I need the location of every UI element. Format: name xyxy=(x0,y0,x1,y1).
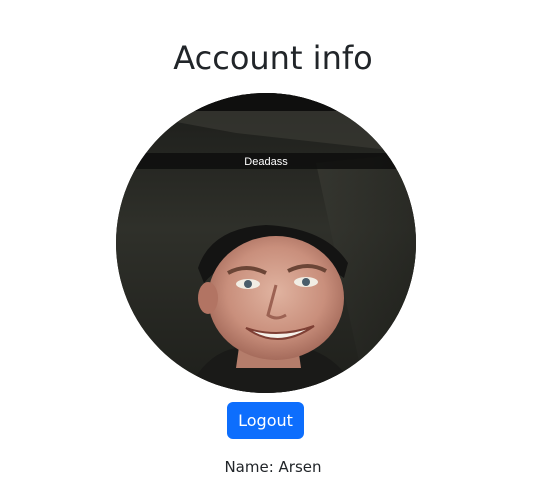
name-value: Arsen xyxy=(278,458,322,476)
avatar-photo: Deadass xyxy=(116,93,416,393)
name-label: Name: xyxy=(224,458,274,476)
logout-button[interactable]: Logout xyxy=(227,402,304,439)
page-title: Account info xyxy=(173,39,373,77)
avatar: Deadass xyxy=(116,93,416,393)
avatar-caption: Deadass xyxy=(244,156,288,168)
profile-name: Name: Arsen xyxy=(0,457,546,477)
account-page: Account info Deadass Logout Name: Arsen xyxy=(0,0,546,491)
